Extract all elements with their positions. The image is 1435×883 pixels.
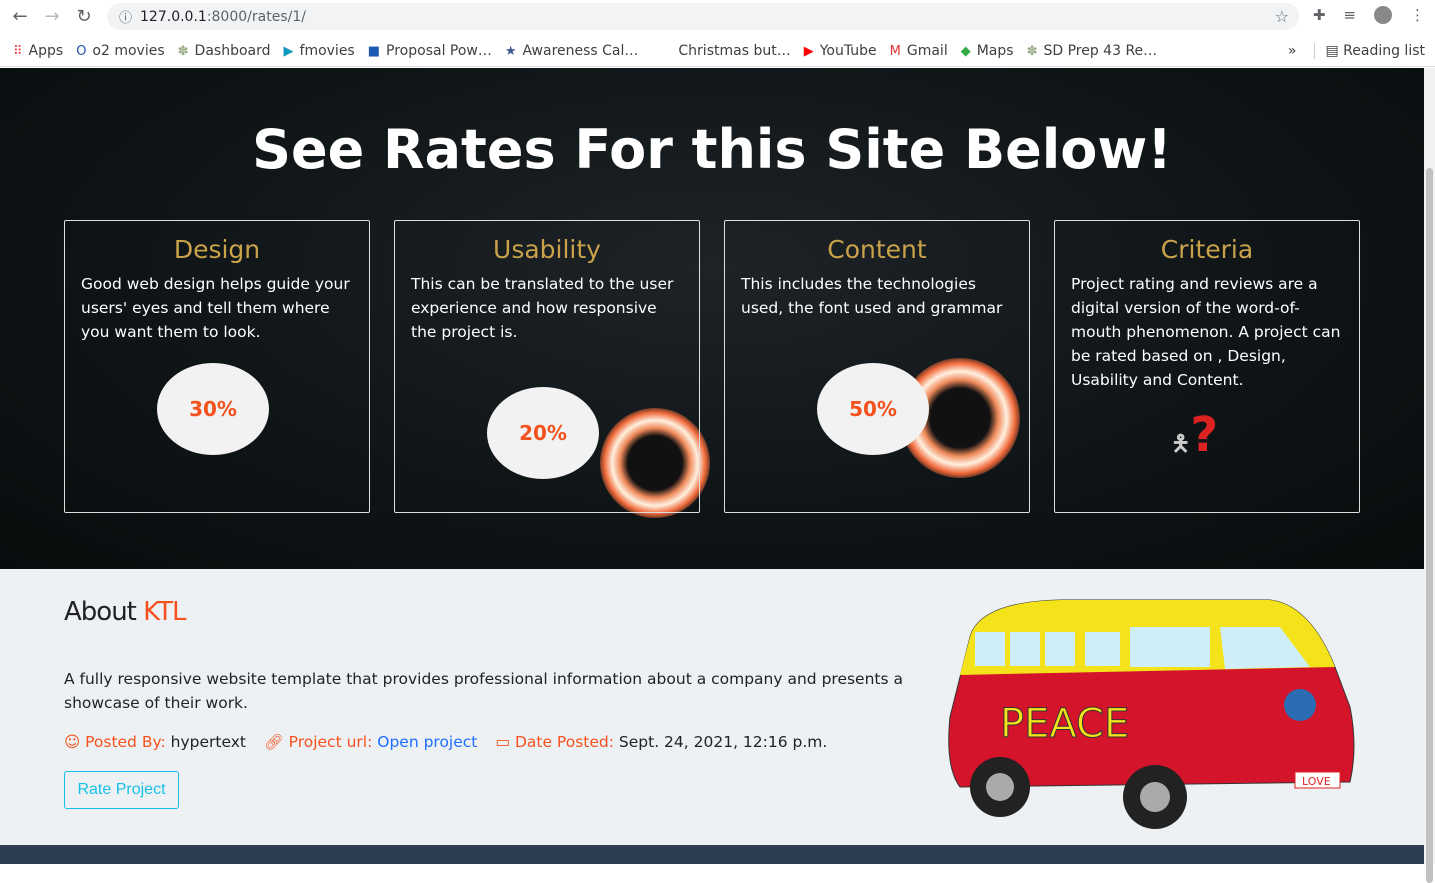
card-text: Project rating and reviews are a digital… — [1071, 275, 1341, 389]
van-text: PEACE — [1000, 701, 1129, 747]
user-icon: ☺ — [64, 733, 86, 751]
bookmark-label: Gmail — [906, 43, 948, 59]
footer — [0, 845, 1424, 864]
bookmark-label: Apps — [28, 43, 64, 59]
info-icon[interactable]: ⓘ — [119, 7, 132, 26]
bookmark-label: fmovies — [299, 43, 355, 59]
project-meta: ☺ Posted By: hypertext 🔗︎ Project url: O… — [64, 733, 827, 751]
extensions-icon[interactable]: ✚ — [1313, 6, 1326, 24]
bookmark-label: Dashboard — [194, 43, 271, 59]
star-icon: ★ — [504, 43, 517, 59]
rating-badge: 20% — [487, 387, 599, 479]
o2-icon: O — [76, 43, 87, 59]
date-label: Date Posted: — [514, 733, 614, 751]
project-name: KTL — [143, 597, 186, 627]
gmail-icon: M — [889, 43, 901, 59]
bookmark-label: Maps — [976, 43, 1014, 59]
media-icon[interactable]: ≡ — [1343, 6, 1356, 24]
project-description: A fully responsive website template that… — [64, 670, 903, 712]
reading-list-button[interactable]: ▤ Reading list — [1314, 43, 1425, 59]
about-section: About KTL A fully responsive website tem… — [0, 569, 1424, 845]
calendar-icon: ▭ — [495, 733, 515, 751]
proposal-icon: ■ — [367, 43, 381, 59]
card-text: This can be translated to the user exper… — [411, 275, 674, 341]
bookmark-0[interactable]: ⠿ Apps — [13, 43, 63, 59]
bookmark-label: YouTube — [819, 43, 877, 59]
bookmark-label: o2 movies — [92, 43, 165, 59]
posted-by: hypertext — [170, 733, 247, 751]
tree-icon: ✽ — [177, 43, 189, 59]
about-heading: About KTL — [64, 597, 187, 627]
toolbar-icons: ✚ ≡ ⋮ — [1313, 6, 1425, 24]
rating-card-content: Content This includes the technologies u… — [724, 220, 1030, 513]
url-path: :8000/rates/1/ — [206, 8, 306, 25]
rating-badge: 50% — [817, 363, 929, 455]
more-bookmarks-button[interactable]: » — [1288, 43, 1297, 59]
card-title: Usability — [493, 235, 601, 264]
maps-icon: ◆ — [960, 43, 971, 59]
question-figure-icon: 🯅? — [1171, 407, 1219, 463]
profile-avatar[interactable] — [1374, 6, 1392, 24]
rating-card-usability: Usability This can be translated to the … — [394, 220, 700, 513]
card-title: Design — [173, 235, 261, 264]
rate-project-button[interactable]: Rate Project — [64, 771, 179, 809]
apps-grid-icon: ⠿ — [13, 43, 23, 59]
reading-list-label: Reading list — [1343, 43, 1425, 59]
card-title: Criteria — [1160, 235, 1254, 264]
hero-section: See Rates For this Site Below! Design Go… — [0, 68, 1424, 569]
card-text: This includes the technologies used, the… — [741, 275, 1003, 317]
bookmark-label: Christmas but… — [678, 43, 791, 59]
bookmark-label: Proposal Pow… — [386, 43, 492, 59]
bookmark-6[interactable]: Christmas but… — [678, 43, 790, 59]
bookmark-1[interactable]: Oo2 movies — [76, 43, 164, 59]
bookmark-7[interactable]: ▶ YouTube — [804, 43, 877, 59]
url-label: Project url: — [288, 733, 373, 751]
bookmark-label: SD Prep 43 Re… — [1043, 43, 1158, 59]
bookmark-2[interactable]: ✽ Dashboard — [178, 43, 271, 59]
bookmark-8[interactable]: M Gmail — [890, 43, 948, 59]
posted-by-label: Posted By: — [85, 733, 166, 751]
rating-badge: 30% — [157, 363, 269, 455]
menu-icon[interactable]: ⋮ — [1410, 6, 1425, 24]
bookmark-star-icon[interactable]: ☆ — [1275, 7, 1289, 26]
reading-list-icon: ▤ — [1325, 43, 1344, 59]
bookmark-4[interactable]: ■ Proposal Pow… — [368, 43, 492, 59]
scrollbar[interactable] — [1424, 68, 1435, 883]
card-title: Content — [827, 235, 927, 264]
reload-icon[interactable]: ↻ — [68, 6, 100, 27]
card-text: Good web design helps guide your users' … — [81, 275, 350, 341]
date-posted: Sept. 24, 2021, 12:16 p.m. — [618, 733, 828, 751]
address-bar[interactable]: ⓘ 127.0.0.1:8000/rates/1/ ☆ — [107, 3, 1299, 30]
open-project-link[interactable]: Open project — [377, 733, 477, 751]
bookmark-5[interactable]: ★ Awareness Cal… — [505, 43, 639, 59]
scrollbar-thumb[interactable] — [1426, 168, 1433, 883]
url-host: 127.0.0.1 — [140, 8, 207, 25]
page-title: See Rates For this Site Below! — [252, 118, 1172, 181]
forward-icon[interactable]: → — [36, 6, 68, 27]
van-plate: LOVE — [1302, 775, 1331, 788]
bookmark-label: Awareness Cal… — [522, 43, 639, 59]
play-icon: ▶ — [283, 43, 294, 59]
bookmark-9[interactable]: ◆ Maps — [961, 43, 1014, 59]
tree-icon: ✽ — [1026, 43, 1038, 59]
bookmark-10[interactable]: ✽ SD Prep 43 Re… — [1027, 43, 1158, 59]
youtube-icon: ▶ — [803, 43, 814, 59]
rating-card-design: Design Good web design helps guide your … — [64, 220, 370, 513]
bookmark-3[interactable]: ▶ fmovies — [284, 43, 355, 59]
back-icon[interactable]: ← — [4, 6, 36, 27]
hippie-van-image: PEACE LOVE — [948, 599, 1355, 829]
rating-card-criteria: Criteria Project rating and reviews are … — [1054, 220, 1360, 513]
link-icon: 🔗︎ — [264, 733, 289, 751]
bookmarks-bar: ⠿ Apps Oo2 movies ✽ Dashboard ▶ fmovies ■ Propos… — [0, 36, 1435, 67]
